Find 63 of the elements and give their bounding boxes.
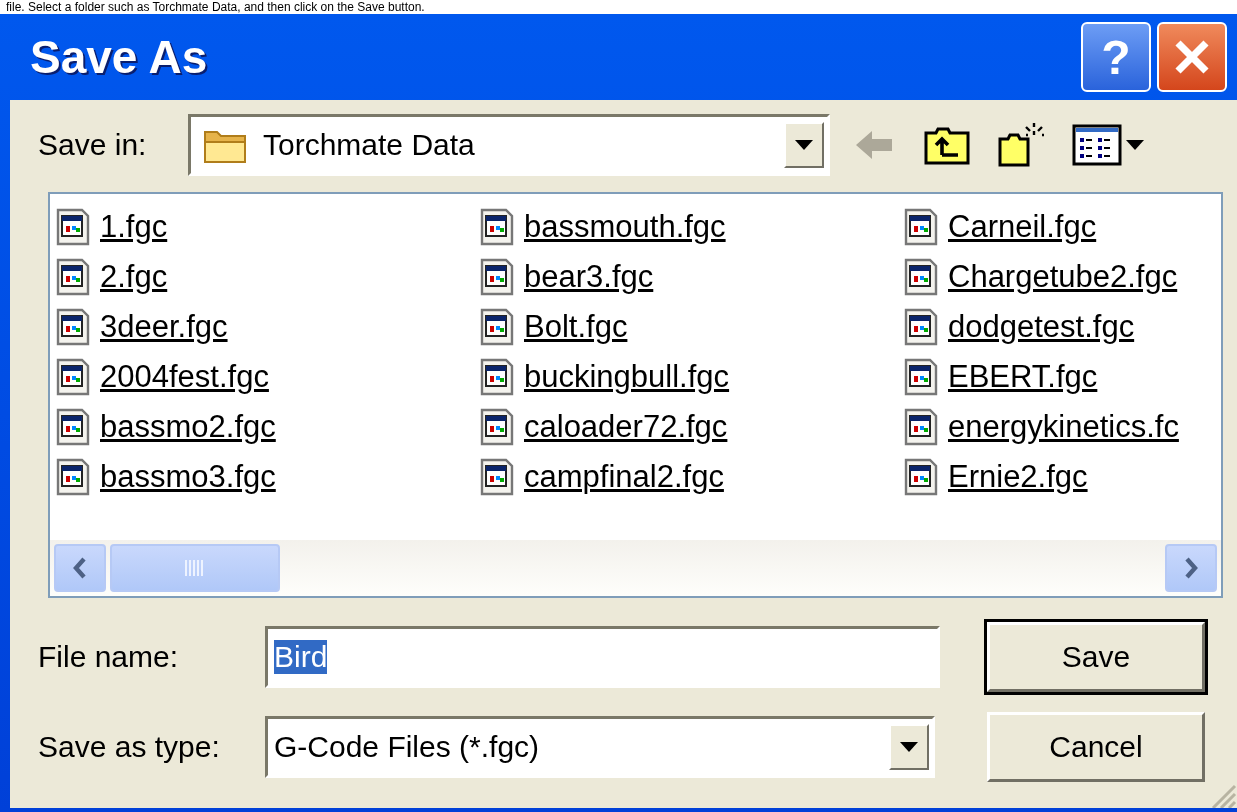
save-in-label: Save in: [38,128,148,162]
file-item[interactable]: Carneil.fgc [948,209,1097,245]
file-item[interactable]: 2.fgc [100,259,168,295]
horizontal-scrollbar[interactable] [50,540,1221,596]
file-icon [56,358,90,396]
file-icon [480,308,514,346]
file-item[interactable]: Bolt.fgc [524,309,628,345]
scroll-thumb[interactable] [110,544,280,592]
file-icon [904,358,938,396]
file-item[interactable]: 3deer.fgc [100,309,228,345]
folder-name: Torchmate Data [263,128,475,162]
file-icon [480,208,514,246]
dropdown-arrow-button[interactable] [784,122,824,168]
file-item[interactable]: caloader72.fgc [524,409,728,445]
file-item[interactable]: buckingbull.fgc [524,359,730,395]
file-icon [904,208,938,246]
file-item[interactable]: bassmo3.fgc [100,459,276,495]
up-folder-icon[interactable] [924,125,970,165]
file-name-label: File name: [38,640,180,674]
file-type-dropdown[interactable]: G-Code Files (*.fgc) [265,716,935,778]
file-item[interactable]: dodgetest.fgc [948,309,1135,345]
file-name-field[interactable]: Bird [265,626,940,688]
file-item[interactable]: Ernie2.fgc [948,459,1088,495]
dropdown-arrow-button[interactable] [889,724,929,770]
file-icon [56,258,90,296]
file-icon [56,208,90,246]
new-folder-icon[interactable] [998,123,1044,167]
file-item[interactable]: campfinal2.fgc [524,459,724,495]
file-item[interactable]: bassmouth.fgc [524,209,726,245]
close-button[interactable] [1157,22,1227,92]
file-icon [904,258,938,296]
file-item[interactable]: bassmo2.fgc [100,409,276,445]
file-item[interactable]: bear3.fgc [524,259,654,295]
file-icon [56,458,90,496]
scroll-right-button[interactable] [1165,544,1217,592]
window-title: Save As [30,30,209,84]
chevron-right-icon [1183,557,1199,579]
file-icon [904,308,938,346]
file-icon [904,408,938,446]
save-in-dropdown[interactable]: Torchmate Data [188,114,830,176]
scroll-left-button[interactable] [54,544,106,592]
views-menu-icon[interactable] [1072,124,1146,166]
instruction-text: file. Select a folder such as Torchmate Data, and then click on the Save button. [5,0,426,14]
file-item[interactable]: 1.fgc [100,209,168,245]
file-item[interactable]: energykinetics.fc [948,409,1179,445]
save-button[interactable]: Save [987,622,1205,692]
file-icon [480,408,514,446]
file-type-value: G-Code Files (*.fgc) [274,730,540,764]
file-icon [904,458,938,496]
file-item[interactable]: Chargetube2.fgc [948,259,1178,295]
caret-icon [900,742,918,752]
save-as-type-label: Save as type: [38,730,221,764]
file-icon [56,408,90,446]
file-icon [56,308,90,346]
file-icon [480,458,514,496]
chevron-left-icon [72,557,88,579]
file-item[interactable]: 2004fest.fgc [100,359,269,395]
cancel-button[interactable]: Cancel [987,712,1205,782]
caret-icon [795,140,813,150]
file-item[interactable]: EBERT.fgc [948,359,1098,395]
file-icon [480,358,514,396]
file-icon [480,258,514,296]
help-button[interactable]: ? [1081,22,1151,92]
